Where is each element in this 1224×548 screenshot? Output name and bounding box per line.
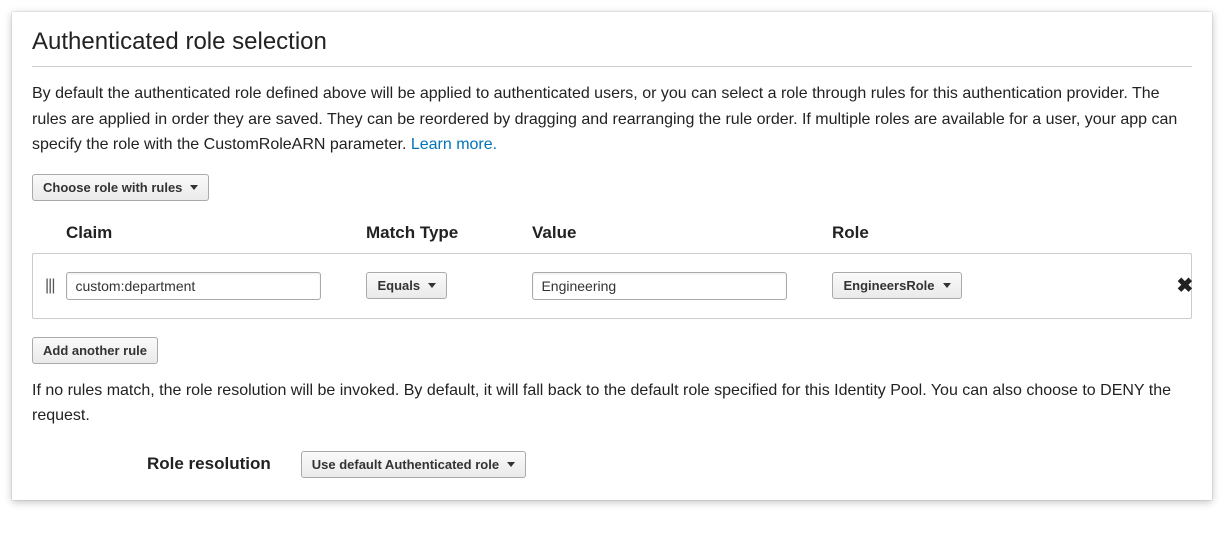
divider [32, 66, 1192, 67]
section-description: By default the authenticated role define… [32, 81, 1192, 158]
caret-down-icon [507, 462, 515, 467]
role-resolution-dropdown[interactable]: Use default Authenticated role [301, 451, 526, 478]
learn-more-link[interactable]: Learn more. [411, 136, 497, 153]
match-type-dropdown[interactable]: Equals [366, 272, 447, 299]
value-input[interactable] [532, 272, 787, 300]
header-match-type: Match Type [366, 223, 532, 243]
section-title: Authenticated role selection [32, 28, 1192, 56]
auth-role-selection-panel: Authenticated role selection By default … [12, 12, 1212, 500]
match-type-label: Equals [377, 278, 420, 293]
role-mode-label: Choose role with rules [43, 180, 182, 195]
drag-handle-icon[interactable]: ||| [45, 277, 54, 295]
remove-rule-button[interactable]: ✖ [1172, 274, 1197, 298]
header-value: Value [532, 223, 832, 243]
role-resolution-selected: Use default Authenticated role [312, 457, 499, 472]
role-dropdown[interactable]: EngineersRole [832, 272, 961, 299]
rule-row: ||| Equals EngineersRole ✖ [32, 253, 1192, 319]
header-claim: Claim [66, 223, 366, 243]
caret-down-icon [943, 283, 951, 288]
caret-down-icon [428, 283, 436, 288]
add-rule-button[interactable]: Add another rule [32, 337, 158, 364]
resolution-description: If no rules match, the role resolution w… [32, 378, 1192, 429]
header-role: Role [832, 223, 1172, 243]
role-resolution-row: Role resolution Use default Authenticate… [32, 451, 1192, 478]
claim-input[interactable] [66, 272, 321, 300]
role-mode-dropdown[interactable]: Choose role with rules [32, 174, 209, 201]
rule-headers: Claim Match Type Value Role [32, 223, 1192, 243]
description-text: By default the authenticated role define… [32, 85, 1177, 153]
role-resolution-label: Role resolution [147, 454, 271, 474]
caret-down-icon [190, 185, 198, 190]
role-label: EngineersRole [843, 278, 934, 293]
